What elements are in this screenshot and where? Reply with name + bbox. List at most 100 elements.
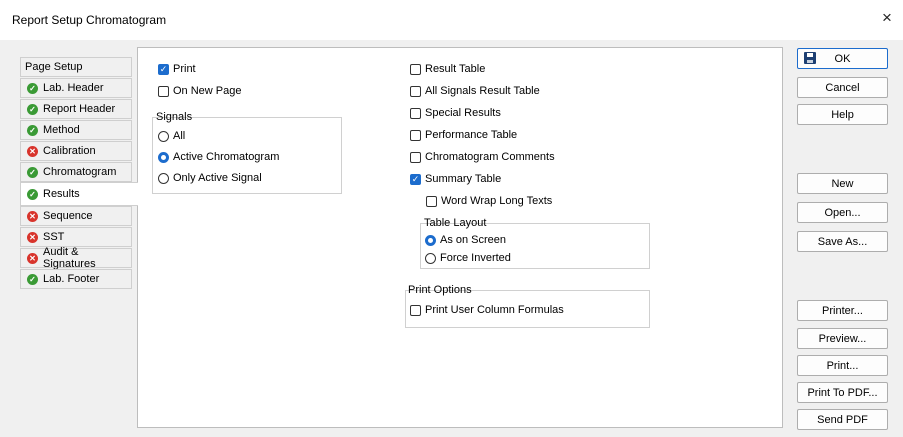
- sidebar-item-label: Report Header: [43, 103, 116, 115]
- force-inverted-radio[interactable]: Force Inverted: [425, 252, 511, 264]
- all-signals-result-table-checkbox[interactable]: All Signals Result Table: [410, 85, 540, 97]
- open-button-label: Open...: [824, 206, 861, 219]
- signals-only-active-signal-radio[interactable]: Only Active Signal: [158, 172, 262, 184]
- radio-circle: [158, 130, 169, 142]
- cancel-button-label: Cancel: [825, 81, 860, 94]
- sidebar-item-lab-footer[interactable]: ✓ Lab. Footer: [20, 269, 132, 289]
- sidebar-item-sst[interactable]: ✕ SST: [20, 227, 132, 247]
- sidebar-item-label: Method: [43, 124, 80, 136]
- checkmark-icon: ✓: [158, 63, 169, 75]
- radio-circle: [158, 151, 169, 163]
- radio-circle: [425, 252, 436, 264]
- checkmark-icon: ✓: [410, 173, 421, 185]
- table-layout-group-label: Table Layout: [424, 217, 487, 229]
- on-new-page-checkbox[interactable]: On New Page: [158, 85, 241, 97]
- sidebar-item-label: SST: [43, 231, 65, 243]
- sidebar-item-sequence[interactable]: ✕ Sequence: [20, 206, 132, 226]
- send-pdf-button[interactable]: Send PDF: [797, 409, 888, 430]
- radio-circle: [158, 172, 169, 184]
- sidebar-item-chromatogram[interactable]: ✓ Chromatogram: [20, 162, 132, 182]
- on-new-page-label: On New Page: [173, 85, 242, 97]
- x-circle-icon: ✕: [27, 145, 38, 157]
- save-as-button[interactable]: Save As...: [797, 231, 888, 252]
- open-button[interactable]: Open...: [797, 202, 888, 223]
- sidebar-item-label: Lab. Footer: [43, 273, 100, 285]
- new-button[interactable]: New: [797, 173, 888, 194]
- sidebar-item-method[interactable]: ✓ Method: [20, 120, 132, 140]
- print-button-label: Print...: [826, 359, 859, 372]
- print-to-pdf-button[interactable]: Print To PDF...: [797, 382, 888, 403]
- special-results-checkbox[interactable]: Special Results: [410, 107, 501, 119]
- printer-button-label: Printer...: [822, 304, 863, 317]
- x-circle-icon: ✕: [27, 210, 38, 222]
- signals-only-active-signal-label: Only Active Signal: [173, 172, 262, 184]
- print-to-pdf-button-label: Print To PDF...: [807, 386, 878, 399]
- ok-button-label: OK: [834, 52, 851, 65]
- word-wrap-checkbox[interactable]: Word Wrap Long Texts: [426, 195, 552, 207]
- check-circle-icon: ✓: [27, 188, 38, 200]
- checkbox-box: [410, 129, 421, 141]
- check-circle-icon: ✓: [27, 103, 38, 115]
- signals-active-chromatogram-label: Active Chromatogram: [173, 151, 280, 163]
- performance-table-checkbox[interactable]: Performance Table: [410, 129, 517, 141]
- preview-button-label: Preview...: [818, 332, 867, 345]
- sidebar-item-report-header[interactable]: ✓ Report Header: [20, 99, 132, 119]
- print-options-group-label: Print Options: [408, 284, 472, 296]
- sidebar-item-label: Audit & Signatures: [43, 246, 96, 270]
- summary-table-label: Summary Table: [425, 173, 502, 185]
- signals-all-label: All: [173, 130, 186, 142]
- signals-active-chromatogram-radio[interactable]: Active Chromatogram: [158, 151, 279, 163]
- checkbox-box: [410, 151, 421, 163]
- checkbox-box: [426, 195, 437, 207]
- help-button-label: Help: [831, 108, 854, 121]
- result-table-label: Result Table: [425, 63, 486, 75]
- performance-table-label: Performance Table: [425, 129, 518, 141]
- chromatogram-comments-label: Chromatogram Comments: [425, 151, 555, 163]
- x-circle-icon: ✕: [27, 231, 38, 243]
- sidebar-item-calibration[interactable]: ✕ Calibration: [20, 141, 132, 161]
- signals-all-radio[interactable]: All: [158, 130, 185, 142]
- close-icon[interactable]: ×: [877, 8, 897, 28]
- print-user-column-formulas-checkbox[interactable]: Print User Column Formulas: [410, 304, 564, 316]
- window-title: Report Setup Chromatogram: [12, 13, 167, 27]
- sidebar-header-page-setup[interactable]: Page Setup: [20, 57, 132, 77]
- check-circle-icon: ✓: [27, 166, 38, 178]
- chromatogram-comments-checkbox[interactable]: Chromatogram Comments: [410, 151, 555, 163]
- send-pdf-button-label: Send PDF: [817, 413, 868, 426]
- check-circle-icon: ✓: [27, 273, 38, 285]
- result-table-checkbox[interactable]: Result Table: [410, 63, 485, 75]
- help-button[interactable]: Help: [797, 104, 888, 125]
- preview-button[interactable]: Preview...: [797, 328, 888, 349]
- x-circle-icon: ✕: [27, 252, 38, 264]
- as-on-screen-label: As on Screen: [440, 234, 507, 246]
- signals-group-label: Signals: [156, 111, 193, 123]
- force-inverted-label: Force Inverted: [440, 252, 511, 264]
- sidebar-item-label: Results: [43, 188, 80, 200]
- sidebar-item-audit-signatures[interactable]: ✕ Audit & Signatures: [20, 246, 132, 270]
- results-settings-panel: ✓ Print On New Page Signals All Active C…: [137, 47, 783, 428]
- summary-table-checkbox[interactable]: ✓ Summary Table: [410, 173, 501, 185]
- checkbox-box: [410, 85, 421, 97]
- checkbox-box: [410, 63, 421, 75]
- check-circle-icon: ✓: [27, 82, 38, 94]
- new-button-label: New: [831, 177, 854, 190]
- ok-button[interactable]: OK: [797, 48, 888, 69]
- sidebar-item-label: Calibration: [43, 145, 96, 157]
- printer-button[interactable]: Printer...: [797, 300, 888, 321]
- checkbox-box: [410, 107, 421, 119]
- floppy-disk-icon: [804, 52, 816, 64]
- sidebar-item-lab-header[interactable]: ✓ Lab. Header: [20, 78, 132, 98]
- sidebar-item-label: Lab. Header: [43, 82, 104, 94]
- sidebar-item-results[interactable]: ✓ Results: [20, 182, 138, 206]
- all-signals-result-table-label: All Signals Result Table: [425, 85, 540, 97]
- save-as-button-label: Save As...: [817, 235, 868, 248]
- special-results-label: Special Results: [425, 107, 501, 119]
- word-wrap-label: Word Wrap Long Texts: [441, 195, 553, 207]
- print-checkbox[interactable]: ✓ Print: [158, 63, 196, 75]
- checkbox-box: [158, 85, 169, 97]
- title-bar: Report Setup Chromatogram ×: [0, 0, 903, 40]
- sidebar-item-label: Chromatogram: [43, 166, 117, 178]
- as-on-screen-radio[interactable]: As on Screen: [425, 234, 506, 246]
- print-button[interactable]: Print...: [797, 355, 888, 376]
- cancel-button[interactable]: Cancel: [797, 77, 888, 98]
